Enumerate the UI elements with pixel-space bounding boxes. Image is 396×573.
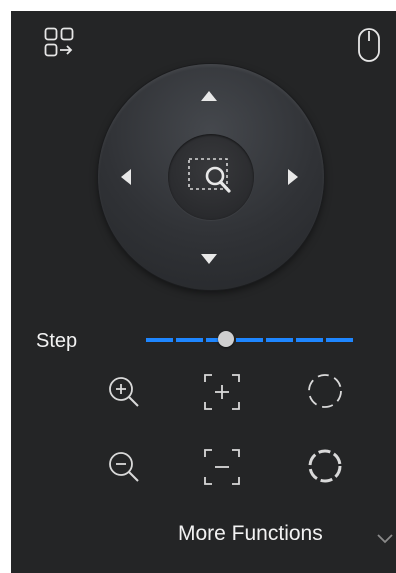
region-zoom-button[interactable] bbox=[168, 134, 254, 220]
step-label: Step bbox=[36, 330, 78, 352]
zoom-in-icon bbox=[109, 377, 139, 407]
zoom-in-button[interactable] bbox=[104, 372, 144, 412]
arrow-up-icon[interactable] bbox=[201, 91, 217, 101]
iris-open-button[interactable] bbox=[306, 372, 346, 412]
zoom-out-button[interactable] bbox=[104, 447, 144, 487]
region-zoom-icon bbox=[188, 158, 231, 193]
focus-minus-icon bbox=[204, 449, 240, 485]
iris-open-icon bbox=[308, 374, 342, 408]
step-slider-handle[interactable] bbox=[218, 331, 234, 347]
iris-close-button[interactable] bbox=[306, 447, 346, 487]
chevron-down-icon[interactable] bbox=[377, 531, 393, 549]
focus-minus-button[interactable] bbox=[202, 447, 242, 487]
more-functions-label[interactable]: More Functions bbox=[178, 522, 323, 546]
ptz-direction-wheel bbox=[98, 64, 324, 290]
focus-plus-button[interactable] bbox=[202, 372, 242, 412]
focus-plus-icon bbox=[204, 374, 240, 410]
grid-arrow-icon[interactable] bbox=[44, 27, 84, 67]
mouse-icon[interactable] bbox=[357, 27, 381, 67]
step-slider[interactable] bbox=[146, 328, 356, 350]
arrow-right-icon[interactable] bbox=[288, 169, 298, 185]
arrow-left-icon[interactable] bbox=[121, 169, 131, 185]
iris-close-icon bbox=[308, 449, 342, 483]
arrow-down-icon[interactable] bbox=[201, 254, 217, 264]
zoom-out-icon bbox=[109, 452, 139, 482]
